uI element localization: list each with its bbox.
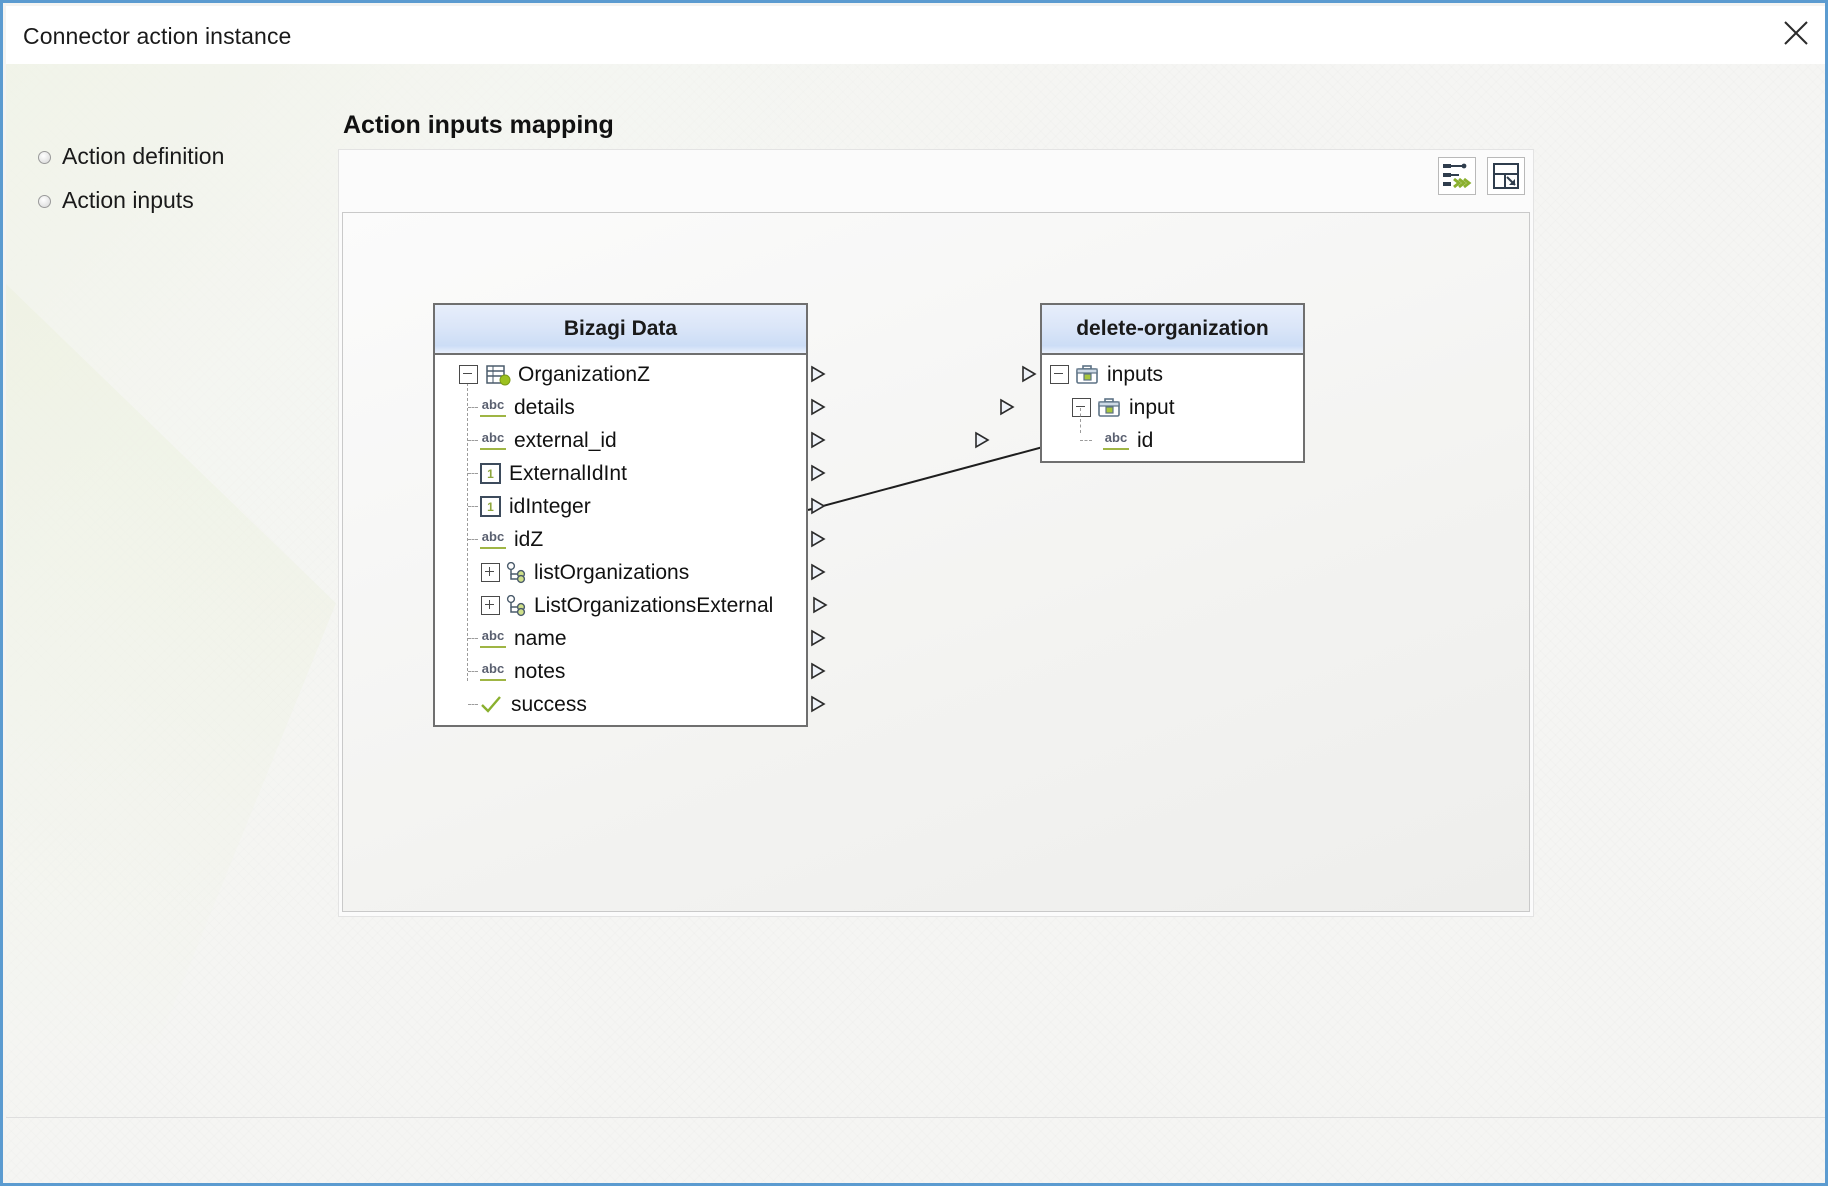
case-icon: [1097, 397, 1123, 419]
page-title: Action inputs mapping: [343, 111, 614, 139]
table-row[interactable]: inputs: [1022, 358, 1303, 391]
row-connector-port[interactable]: [810, 497, 827, 515]
row-connector-port[interactable]: [974, 431, 991, 449]
abc-icon: abc: [480, 398, 506, 417]
row-label: id: [1137, 429, 1154, 452]
table-row[interactable]: 1 idInteger: [435, 490, 826, 523]
step-navigation: Action definition Action inputs: [36, 134, 326, 222]
tree-branch: [468, 440, 478, 441]
table-row[interactable]: listOrganizations: [435, 556, 826, 589]
tree-branch: [468, 407, 478, 408]
row-connector-port[interactable]: [999, 398, 1016, 416]
row-connector-port[interactable]: [810, 530, 827, 548]
tree-branch: [468, 671, 478, 672]
row-label: idInteger: [509, 495, 591, 518]
tree-spine: [1080, 408, 1081, 433]
tree-branch: [468, 539, 478, 540]
row-label: ExternalIdInt: [509, 462, 627, 485]
expander-toggle[interactable]: [481, 596, 500, 615]
abc-icon: abc: [1103, 431, 1129, 450]
window-title: Connector action instance: [23, 23, 292, 49]
row-connector-port[interactable]: [810, 431, 827, 449]
row-connector-port[interactable]: [810, 398, 827, 416]
tree-branch: [468, 638, 478, 639]
row-connector-port[interactable]: [810, 464, 827, 482]
row-connector-port[interactable]: [810, 563, 827, 581]
source-box-title: Bizagi Data: [435, 305, 806, 355]
sidebar-item-action-inputs[interactable]: Action inputs: [36, 178, 326, 222]
table-row[interactable]: abc name: [435, 622, 826, 655]
mapping-panel: Bizagi Data OrganizationZ abc details ab…: [338, 149, 1534, 917]
tree-branch: [468, 506, 478, 507]
expander-toggle[interactable]: [1072, 398, 1091, 417]
expander-toggle[interactable]: [481, 563, 500, 582]
row-label: external_id: [514, 429, 617, 452]
entity-icon: [486, 364, 511, 386]
table-row[interactable]: ListOrganizationsExternal: [435, 589, 828, 622]
step-bullet-icon: [36, 193, 51, 208]
auto-map-button[interactable]: [1438, 157, 1476, 195]
table-row[interactable]: OrganizationZ: [435, 358, 826, 391]
mapping-toolbar: [1438, 157, 1525, 195]
table-row[interactable]: abc idZ: [435, 523, 826, 556]
row-connector-port[interactable]: [1021, 365, 1038, 383]
table-row[interactable]: abc id: [975, 408, 1303, 457]
background-decoration: [6, 284, 336, 1044]
table-row[interactable]: abc external_id: [435, 424, 826, 457]
row-label: listOrganizations: [534, 561, 690, 584]
target-box-title: delete-organization: [1042, 305, 1303, 355]
abc-icon: abc: [480, 431, 506, 450]
sidebar-item-action-definition[interactable]: Action definition: [36, 134, 326, 178]
row-label: success: [511, 693, 587, 716]
source-rows: OrganizationZ abc details abc external_i…: [435, 355, 828, 725]
fit-to-screen-button[interactable]: [1487, 157, 1525, 195]
collection-icon: [503, 594, 529, 617]
row-connector-port[interactable]: [810, 695, 827, 713]
row-label: OrganizationZ: [518, 363, 650, 386]
table-row[interactable]: input: [1000, 391, 1303, 424]
sidebar-item-label: Action inputs: [62, 186, 194, 213]
table-row[interactable]: abc notes: [435, 655, 826, 688]
row-label: inputs: [1107, 363, 1164, 386]
abc-icon: abc: [480, 629, 506, 648]
row-label: idZ: [514, 528, 544, 551]
target-mapping-box: delete-organization inputs input abc id: [975, 303, 1305, 463]
row-label: input: [1129, 396, 1175, 419]
close-icon[interactable]: [1764, 6, 1825, 64]
tree-branch: [468, 704, 478, 705]
table-row[interactable]: 1 ExternalIdInt: [435, 457, 826, 490]
expander-toggle[interactable]: [459, 365, 478, 384]
integer-icon: 1: [480, 463, 501, 484]
case-icon: [1075, 364, 1101, 386]
step-bullet-icon: [36, 149, 51, 164]
row-label: ListOrganizationsExternal: [534, 594, 774, 617]
integer-icon: 1: [480, 496, 501, 517]
source-mapping-box: Bizagi Data OrganizationZ abc details ab…: [433, 303, 828, 727]
abc-icon: abc: [480, 530, 506, 549]
table-row[interactable]: abc details: [435, 391, 826, 424]
title-bar: Connector action instance: [6, 6, 1825, 65]
tree-branch: [468, 473, 478, 474]
sidebar-item-label: Action definition: [62, 142, 225, 169]
row-label: name: [514, 627, 567, 650]
footer-divider: [6, 1117, 1825, 1118]
tree-branch: [1080, 440, 1092, 441]
target-rows: inputs input abc id: [975, 355, 1303, 461]
row-connector-port[interactable]: [810, 365, 827, 383]
mapping-canvas[interactable]: Bizagi Data OrganizationZ abc details ab…: [342, 212, 1530, 912]
row-connector-port[interactable]: [810, 662, 827, 680]
abc-icon: abc: [480, 662, 506, 681]
check-icon: [480, 695, 503, 715]
row-label: details: [514, 396, 575, 419]
connector-action-instance-window: Connector action instance Action definit…: [0, 0, 1828, 1186]
table-row[interactable]: success: [435, 688, 826, 721]
row-connector-port[interactable]: [812, 596, 829, 614]
dialog-body: Action definition Action inputs Action i…: [6, 64, 1825, 1183]
collection-icon: [503, 561, 529, 584]
row-label: notes: [514, 660, 566, 683]
expander-toggle[interactable]: [1050, 365, 1069, 384]
row-connector-port[interactable]: [810, 629, 827, 647]
